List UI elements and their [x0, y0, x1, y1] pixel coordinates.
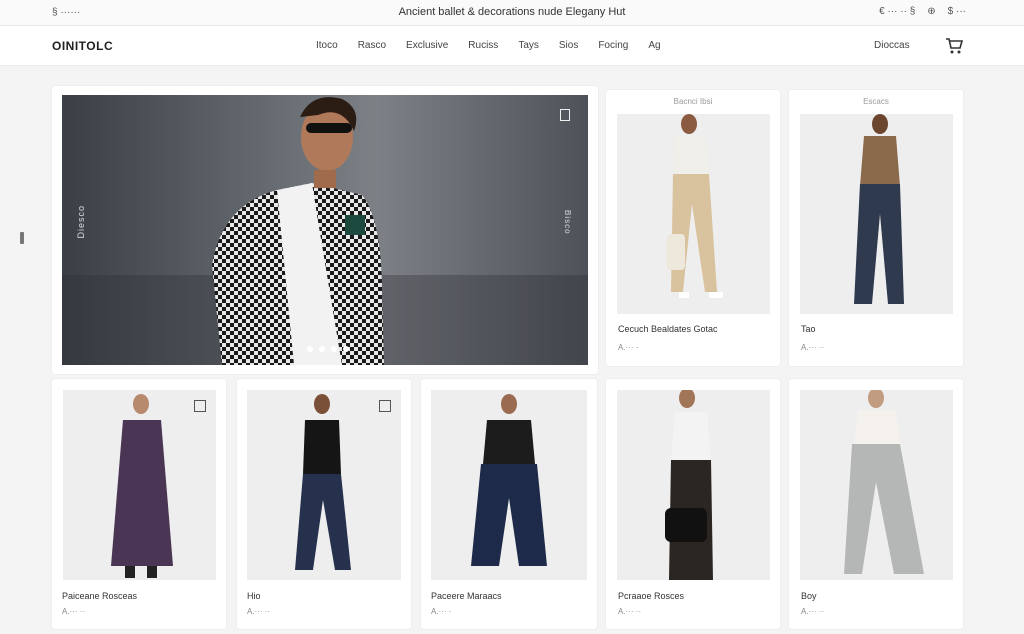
product-card[interactable]: Pcraaoe Rosces A.··· ··: [606, 379, 780, 629]
carousel-dots: [307, 346, 349, 352]
product-tag: Bacnci Ibsi: [673, 97, 713, 106]
hero-model-illustration: [62, 97, 588, 365]
main-navbar: OINITOLC Itoco Rasco Exclusive Ruciss Ta…: [0, 26, 1024, 66]
menu-item-7[interactable]: Focing: [598, 40, 628, 51]
model-illustration: [471, 394, 547, 566]
product-title[interactable]: Hio: [247, 591, 261, 601]
model-illustration: [667, 114, 723, 298]
carousel-dot[interactable]: [331, 346, 337, 352]
hero-banner[interactable]: Diesco Bisco: [52, 86, 598, 374]
hero-left-caption: Diesco: [76, 205, 86, 239]
product-price: A.··· ··: [62, 607, 86, 616]
hero-image: Diesco Bisco: [62, 95, 588, 365]
product-price: A.··· ··: [801, 607, 825, 616]
carousel-dot[interactable]: [319, 346, 325, 352]
announcement-text: Ancient ballet & decorations nude Elegan…: [398, 6, 626, 18]
menu-item-3[interactable]: Exclusive: [406, 40, 448, 51]
product-title[interactable]: Cecuch Bealdates Gotac: [618, 324, 718, 334]
product-price: A.··· ··: [247, 607, 271, 616]
product-title[interactable]: Paceere Maraacs: [431, 591, 502, 601]
product-card[interactable]: Boy A.··· ··: [789, 379, 963, 629]
product-tag: Escacs: [863, 97, 889, 106]
product-card[interactable]: Hio A.··· ··: [237, 379, 411, 629]
carousel-dot[interactable]: [307, 346, 313, 352]
model-illustration: [295, 394, 351, 570]
product-card[interactable]: Paceere Maraacs A.··· ·: [421, 379, 597, 629]
model-illustration: [665, 390, 713, 580]
product-price: A.··· ··: [801, 343, 825, 352]
bookmark-icon[interactable]: [194, 400, 206, 412]
currency-selector[interactable]: € ··· ·· §: [879, 6, 915, 17]
cart-icon[interactable]: [944, 36, 964, 56]
hero-right-caption: Bisco: [563, 210, 572, 235]
product-image: [431, 390, 587, 580]
product-title[interactable]: Pcraaoe Rosces: [618, 591, 684, 601]
product-price: A.··· ·: [618, 343, 639, 352]
main-menu: Itoco Rasco Exclusive Ruciss Tays Sios F…: [316, 40, 661, 51]
carousel-dot[interactable]: [343, 346, 349, 352]
product-image: [63, 390, 216, 580]
menu-item-1[interactable]: Itoco: [316, 40, 338, 51]
product-card[interactable]: Bacnci Ibsi Cecuch Bealdates Gotac A.···…: [606, 90, 780, 366]
product-card[interactable]: Paiceane Rosceas A.··· ··: [52, 379, 226, 629]
brand-logo[interactable]: OINITOLC: [52, 39, 113, 53]
model-illustration: [854, 114, 904, 304]
model-illustration: [111, 394, 173, 578]
product-title[interactable]: Tao: [801, 324, 816, 334]
bookmark-icon[interactable]: [560, 109, 570, 121]
side-scroll-indicator[interactable]: [20, 232, 24, 244]
product-title[interactable]: Paiceane Rosceas: [62, 591, 137, 601]
top-announcement-bar: § ······ Ancient ballet & decorations nu…: [0, 0, 1024, 26]
product-title[interactable]: Boy: [801, 591, 817, 601]
product-image: [800, 114, 953, 314]
product-image: [247, 390, 401, 580]
menu-item-2[interactable]: Rasco: [358, 40, 386, 51]
product-card[interactable]: Escacs Tao A.··· ··: [789, 90, 963, 366]
product-image: [617, 114, 770, 314]
menu-item-8[interactable]: Ag: [648, 40, 660, 51]
topbar-right: € ··· ·· § ⊕ $ ···: [879, 6, 966, 17]
product-image: [800, 390, 953, 580]
menu-item-5[interactable]: Tays: [518, 40, 539, 51]
menu-item-4[interactable]: Ruciss: [468, 40, 498, 51]
account-link[interactable]: Dioccas: [874, 40, 910, 51]
product-price: A.··· ··: [618, 607, 642, 616]
model-illustration: [844, 390, 924, 574]
product-price: A.··· ·: [431, 607, 452, 616]
product-image: [617, 390, 770, 580]
bookmark-icon[interactable]: [379, 400, 391, 412]
menu-item-6[interactable]: Sios: [559, 40, 578, 51]
region-selector[interactable]: $ ···: [948, 6, 966, 17]
language-selector[interactable]: ⊕: [927, 6, 935, 17]
